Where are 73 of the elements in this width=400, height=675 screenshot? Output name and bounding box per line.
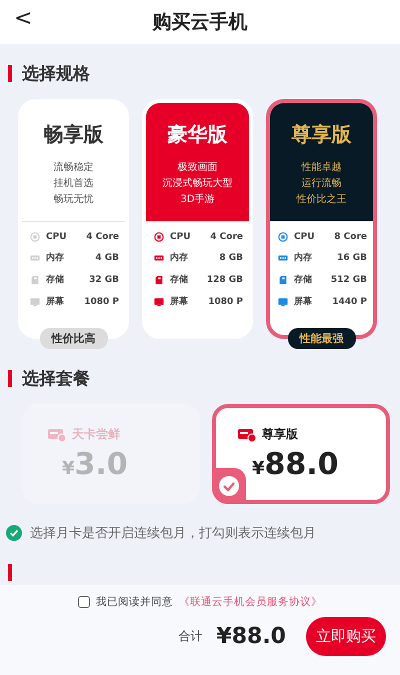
package-price: ¥3.0 [62, 447, 129, 482]
check-icon[interactable] [6, 525, 22, 541]
sd-card-icon [30, 274, 40, 284]
spec-value: 8 Core [334, 232, 367, 242]
plan-badge: 性价比高 [40, 328, 108, 349]
memory-icon [154, 252, 164, 262]
total-label: 合计 [178, 628, 202, 645]
monitor-icon [278, 296, 288, 306]
spec-value: 4 GB [95, 252, 119, 262]
spec-label: 存储 [46, 274, 65, 286]
section-marker [8, 370, 12, 387]
feature-text: 性价比之王 [296, 192, 346, 206]
plan-name: 豪华版 [168, 121, 228, 148]
spec-value: 512 GB [330, 274, 367, 284]
spec-value: 4 Core [86, 232, 119, 242]
spec-label: 存储 [294, 274, 313, 286]
spec-label: 屏幕 [170, 295, 189, 308]
total-price: ¥88.0 [216, 624, 286, 649]
section-title: 选择规格 [22, 63, 90, 85]
agree-text: 我已阅读并同意 [96, 595, 173, 609]
feature-text: 沉浸式畅玩大型 [162, 176, 232, 190]
sd-card-icon [154, 274, 164, 284]
plan-card[interactable]: 豪华版 极致画面 沉浸式畅玩大型 3D手游 CPU 4 Core 内存 8 GB 存储 128 GB 屏幕 1080 P [142, 99, 253, 339]
package-card[interactable]: 尊享版 ¥88.0 [212, 404, 390, 504]
spec-label: 屏幕 [46, 295, 65, 308]
memory-icon [30, 252, 40, 262]
spec-label: CPU [294, 232, 316, 242]
spec-label: 内存 [170, 251, 189, 264]
selected-check-icon [212, 468, 246, 504]
feature-text: 挂机首选 [54, 176, 94, 190]
spec-label: 存储 [170, 274, 189, 286]
spec-label: 内存 [46, 251, 65, 264]
spec-value: 1080 P [84, 296, 119, 306]
package-name: 尊享版 [262, 426, 298, 443]
spec-value: 8 GB [219, 252, 243, 262]
spec-label: CPU [170, 232, 192, 242]
feature-text: 3D手游 [180, 192, 215, 206]
section-marker [8, 65, 12, 82]
chip-icon [30, 232, 40, 242]
section-marker [8, 564, 12, 581]
back-button[interactable]: < [10, 6, 36, 31]
feature-text: 畅玩无忧 [54, 192, 94, 206]
package-price: ¥88.0 [252, 447, 340, 482]
spec-label: CPU [46, 232, 68, 242]
agree-checkbox[interactable] [78, 596, 90, 608]
spec-value: 4 Core [210, 232, 243, 242]
chip-icon [154, 232, 164, 242]
feature-text: 流畅稳定 [54, 160, 94, 174]
buy-button[interactable]: 立即购买 [306, 617, 386, 656]
card-icon [48, 428, 66, 442]
page-title: 购买云手机 [152, 10, 248, 35]
plan-name: 畅享版 [44, 121, 104, 148]
hint-text: 选择月卡是否开启连续包月，打勾则表示连续包月 [30, 525, 316, 542]
plan-badge: 性能最强 [288, 328, 356, 349]
card-icon [238, 428, 256, 442]
monitor-icon [30, 296, 40, 306]
spec-label: 内存 [294, 251, 313, 264]
chip-icon [278, 232, 288, 242]
feature-text: 性能卓越 [302, 160, 342, 174]
spec-value: 32 GB [89, 274, 119, 284]
spec-value: 1440 P [332, 296, 367, 306]
sd-card-icon [278, 274, 288, 284]
feature-text: 极致画面 [178, 160, 218, 174]
spec-value: 16 GB [337, 252, 367, 262]
plan-name: 尊享版 [292, 121, 352, 148]
spec-value: 1080 P [208, 296, 243, 306]
section-title: 选择套餐 [22, 368, 90, 390]
memory-icon [278, 252, 288, 262]
spec-label: 屏幕 [294, 295, 313, 308]
monitor-icon [154, 296, 164, 306]
feature-text: 运行流畅 [302, 176, 342, 190]
package-name: 天卡尝鲜 [72, 426, 120, 443]
spec-value: 128 GB [206, 274, 243, 284]
